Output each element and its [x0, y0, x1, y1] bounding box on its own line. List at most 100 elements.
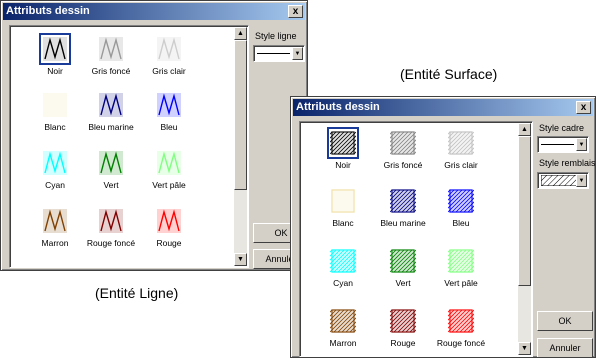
caption-ligne: (Entité Ligne) [95, 285, 179, 301]
scroll-down-button[interactable]: ▼ [234, 253, 247, 266]
line-swatch-icon [157, 37, 181, 61]
color-option-cyan[interactable]: Cyan [28, 150, 82, 190]
scroll-thumb[interactable] [518, 136, 531, 286]
hatch-swatch-icon [448, 131, 474, 155]
color-option-noir[interactable]: Noir [316, 127, 370, 170]
dialog-attributs-surface: Attributs dessin x Noir Gris foncé Gris cl… [290, 96, 596, 358]
color-option-label: Rouge [156, 238, 182, 248]
line-style-preview [541, 144, 574, 145]
color-option-label: Cyan [333, 278, 353, 288]
hatch-swatch-icon [330, 249, 356, 273]
color-option-label: Gris foncé [383, 160, 423, 170]
dialog-attributs-ligne: Attributs dessin x Noir Gris foncé Gris cl… [0, 0, 308, 271]
color-option-label: Vert [395, 278, 411, 288]
color-option-label: Rouge foncé [86, 238, 136, 248]
scroll-up-button[interactable]: ▲ [518, 123, 531, 136]
color-option-label: Vert [103, 180, 119, 190]
color-list[interactable]: Noir Gris foncé Gris clair Blanc Bleu marine… [9, 25, 249, 268]
cancel-button[interactable]: Annuler [537, 338, 593, 357]
color-option-label: Rouge [390, 338, 416, 348]
color-option-gris-fonce[interactable]: Gris foncé [84, 36, 138, 76]
color-option-gris-fonce[interactable]: Gris foncé [376, 130, 430, 170]
hatch-swatch-icon [331, 189, 355, 213]
style-cadre-label: Style cadre [539, 123, 585, 133]
style-remblais-label: Style remblais [539, 158, 596, 168]
title-bar: Attributs dessin x [293, 99, 593, 116]
color-option-vert[interactable]: Vert [84, 150, 138, 190]
color-option-label: Vert pâle [444, 278, 478, 288]
color-option-bleu[interactable]: Bleu [142, 92, 196, 132]
color-option-label: Blanc [332, 218, 354, 228]
dialog-title: Attributs dessin [296, 101, 380, 113]
color-option-cyan[interactable]: Cyan [316, 248, 370, 288]
color-option-label: Vert pâle [152, 180, 186, 190]
color-option-bleu-marine[interactable]: Bleu marine [376, 188, 430, 228]
color-option-bleu-marine[interactable]: Bleu marine [84, 92, 138, 132]
chevron-down-icon[interactable]: ▼ [292, 47, 303, 60]
color-option-label: Blanc [44, 122, 66, 132]
style-ligne-select[interactable]: ▼ [253, 45, 305, 62]
color-option-marron[interactable]: Marron [28, 208, 82, 248]
color-option-rouge-fonce[interactable]: Rouge foncé [84, 208, 138, 248]
color-option-label: Gris clair [152, 66, 186, 76]
color-option-blanc[interactable]: Blanc [316, 188, 370, 228]
color-option-label: Marron [41, 238, 69, 248]
line-swatch-icon [43, 93, 67, 117]
line-swatch-icon [99, 209, 123, 233]
line-swatch-icon [99, 151, 123, 175]
color-option-rouge[interactable]: Rouge [376, 308, 430, 348]
close-button[interactable]: x [288, 5, 303, 18]
title-bar: Attributs dessin x [3, 3, 305, 20]
ok-button[interactable]: OK [537, 311, 593, 331]
chevron-down-icon[interactable]: ▼ [576, 138, 587, 151]
close-button[interactable]: x [576, 101, 591, 114]
line-swatch-icon [39, 33, 71, 65]
color-option-marron[interactable]: Marron [316, 308, 370, 348]
style-remblais-select[interactable]: ▼ [537, 172, 589, 189]
color-option-label: Bleu [452, 218, 470, 228]
scroll-thumb[interactable] [234, 40, 247, 190]
dialog-title: Attributs dessin [6, 5, 90, 17]
color-option-blanc[interactable]: Blanc [28, 92, 82, 132]
hatch-swatch-icon [390, 189, 416, 213]
color-option-label: Gris clair [444, 160, 478, 170]
line-style-preview [257, 53, 290, 54]
scroll-up-button[interactable]: ▲ [234, 27, 247, 40]
color-option-label: Cyan [45, 180, 65, 190]
hatch-swatch-icon [330, 309, 356, 333]
line-swatch-icon [99, 37, 123, 61]
hatch-swatch-icon [448, 249, 474, 273]
color-option-label: Bleu marine [380, 218, 426, 228]
style-ligne-label: Style ligne [255, 31, 297, 41]
color-option-gris-clair[interactable]: Gris clair [434, 130, 488, 170]
color-option-vert-pale[interactable]: Vert pâle [142, 150, 196, 190]
color-option-rouge[interactable]: Rouge [142, 208, 196, 248]
line-swatch-icon [157, 209, 181, 233]
scroll-down-button[interactable]: ▼ [518, 342, 531, 355]
color-option-gris-clair[interactable]: Gris clair [142, 36, 196, 76]
hatch-swatch-icon [327, 127, 359, 159]
color-option-vert-pale[interactable]: Vert pâle [434, 248, 488, 288]
color-option-bleu[interactable]: Bleu [434, 188, 488, 228]
color-option-label: Noir [335, 160, 351, 170]
hatch-swatch-icon [448, 189, 474, 213]
caption-surface: (Entité Surface) [400, 66, 498, 82]
line-swatch-icon [157, 93, 181, 117]
color-option-noir[interactable]: Noir [28, 33, 82, 76]
color-option-label: Marron [329, 338, 357, 348]
hatch-swatch-icon [448, 309, 474, 333]
color-option-label: Bleu marine [88, 122, 134, 132]
color-option-rouge-fonce[interactable]: Rouge foncé [434, 308, 488, 348]
scrollbar[interactable]: ▲ ▼ [518, 123, 531, 355]
hatch-swatch-icon [390, 131, 416, 155]
hatch-swatch-icon [390, 309, 416, 333]
scrollbar[interactable]: ▲ ▼ [234, 27, 247, 266]
hatch-pattern-preview [541, 175, 577, 186]
color-option-label: Bleu [160, 122, 178, 132]
line-swatch-icon [157, 151, 181, 175]
chevron-down-icon[interactable]: ▼ [576, 174, 587, 187]
line-swatch-icon [99, 93, 123, 117]
style-cadre-select[interactable]: ▼ [537, 136, 589, 153]
color-option-vert[interactable]: Vert [376, 248, 430, 288]
color-list[interactable]: Noir Gris foncé Gris clair Blanc Bleu marine… [299, 121, 533, 357]
